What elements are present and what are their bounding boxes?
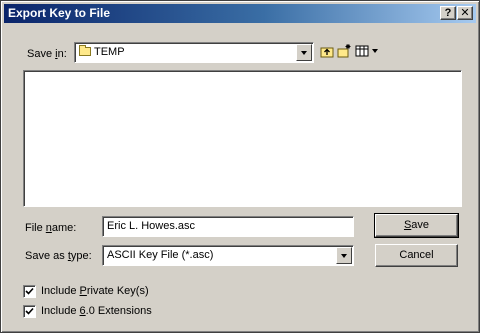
checkmark-icon bbox=[25, 287, 34, 295]
close-icon: ✕ bbox=[460, 7, 470, 19]
chevron-down-icon[interactable] bbox=[336, 247, 352, 264]
create-new-folder-icon[interactable] bbox=[337, 44, 351, 58]
save-button[interactable]: Save bbox=[374, 213, 459, 238]
export-key-dialog: Export Key to File ? ✕ Save in: TEMP Fil… bbox=[0, 0, 480, 333]
save-as-type-value: ASCII Key File (*.asc) bbox=[107, 249, 214, 261]
title-bar[interactable]: Export Key to File ? ✕ bbox=[4, 4, 476, 23]
cancel-button[interactable]: Cancel bbox=[375, 244, 458, 267]
include-extensions-checkbox[interactable] bbox=[23, 305, 36, 318]
include-extensions-label[interactable]: Include 6.0 Extensions bbox=[41, 305, 152, 317]
save-in-dropdown[interactable]: TEMP bbox=[74, 42, 314, 63]
file-list[interactable] bbox=[23, 70, 462, 207]
close-button[interactable]: ✕ bbox=[457, 6, 473, 20]
view-menu-icon[interactable] bbox=[355, 44, 381, 58]
file-name-input[interactable]: Eric L. Howes.asc bbox=[102, 216, 354, 237]
up-one-level-icon[interactable] bbox=[320, 44, 334, 58]
chevron-down-icon[interactable] bbox=[296, 44, 312, 61]
include-private-keys-label[interactable]: Include Private Key(s) bbox=[41, 285, 149, 297]
help-button[interactable]: ? bbox=[440, 6, 456, 20]
folder-icon bbox=[79, 45, 91, 56]
file-name-label: File name: bbox=[25, 222, 77, 234]
checkmark-icon bbox=[25, 307, 34, 315]
save-in-label: Save in: bbox=[27, 48, 67, 60]
save-as-type-dropdown[interactable]: ASCII Key File (*.asc) bbox=[102, 245, 354, 266]
save-as-type-label: Save as type: bbox=[25, 250, 92, 262]
window-title: Export Key to File bbox=[8, 6, 111, 20]
include-private-keys-checkbox[interactable] bbox=[23, 285, 36, 298]
save-in-value: TEMP bbox=[94, 46, 125, 58]
help-icon: ? bbox=[444, 7, 452, 19]
